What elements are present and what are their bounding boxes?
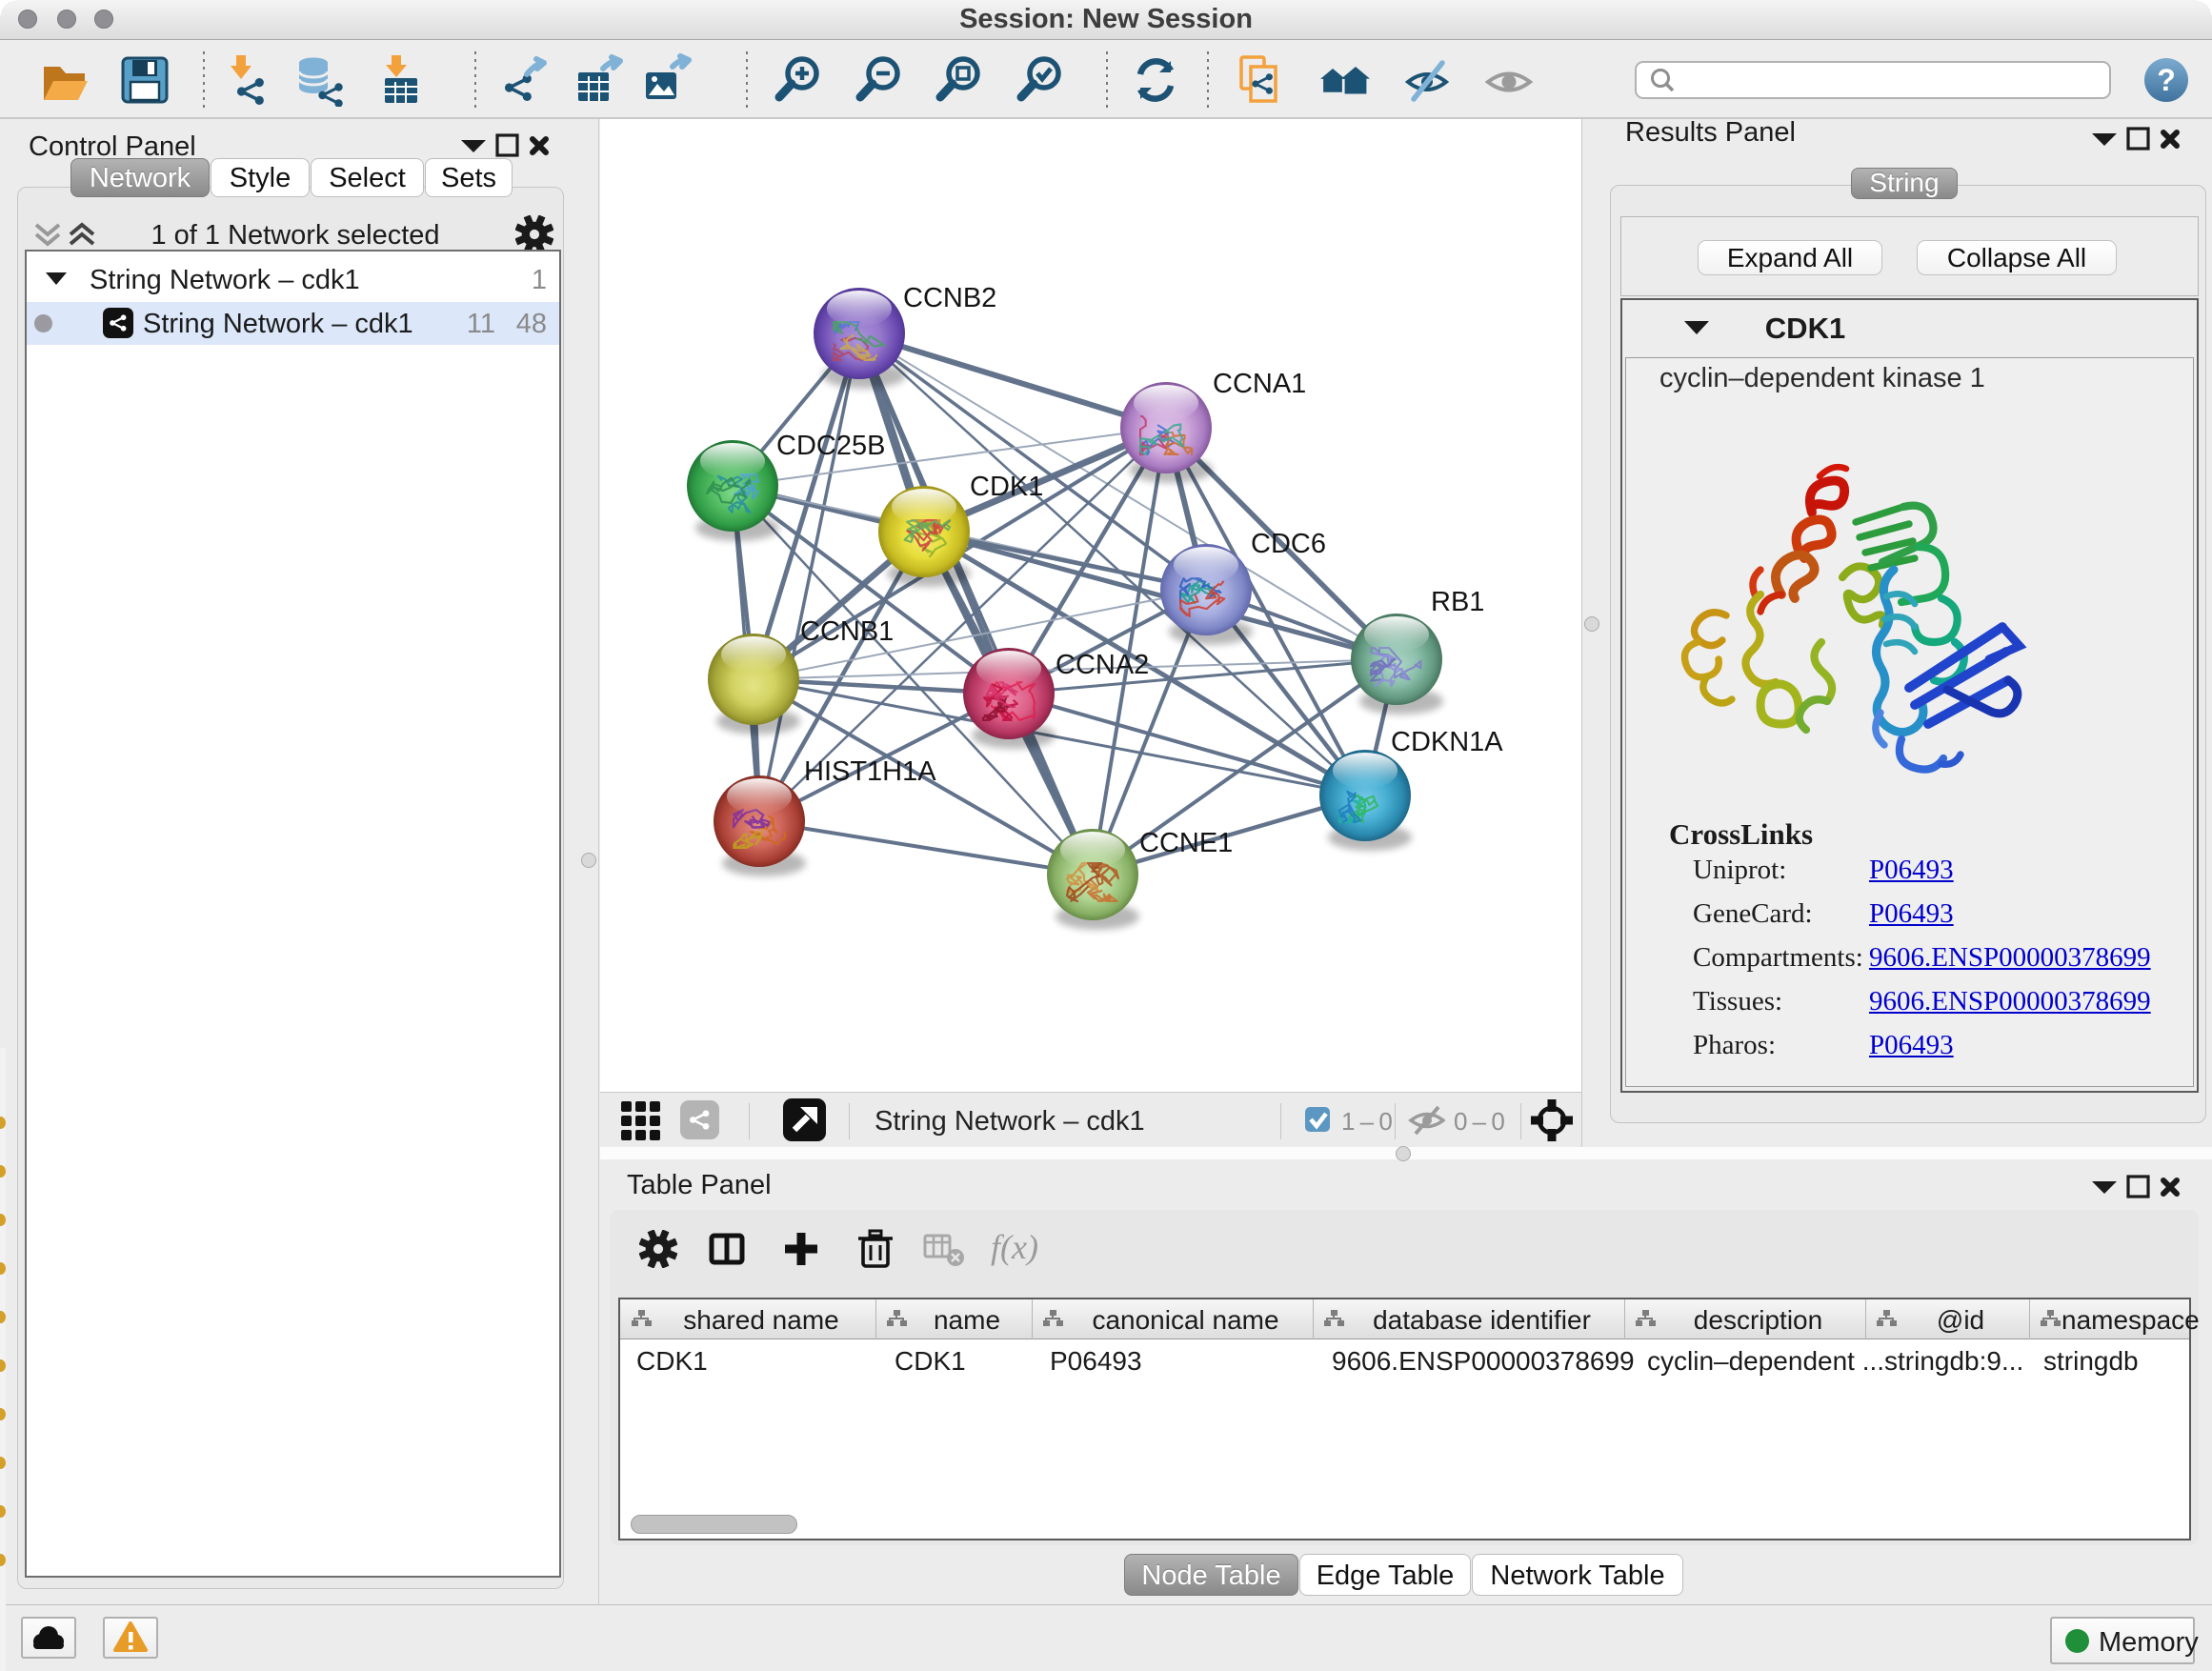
svg-text:CCNB1: CCNB1	[800, 616, 894, 647]
svg-text:CCNE1: CCNE1	[1139, 828, 1233, 858]
svg-text:CCNA1: CCNA1	[1213, 369, 1306, 399]
svg-text:CCNB2: CCNB2	[903, 283, 996, 313]
svg-text:CDC25B: CDC25B	[776, 431, 885, 461]
svg-text:RB1: RB1	[1431, 587, 1484, 617]
svg-text:CDK1: CDK1	[970, 472, 1043, 502]
svg-text:CDC6: CDC6	[1251, 529, 1326, 559]
svg-text:CDKN1A: CDKN1A	[1391, 727, 1503, 757]
svg-text:CCNA2: CCNA2	[1056, 650, 1149, 680]
svg-text:HIST1H1A: HIST1H1A	[804, 756, 936, 787]
